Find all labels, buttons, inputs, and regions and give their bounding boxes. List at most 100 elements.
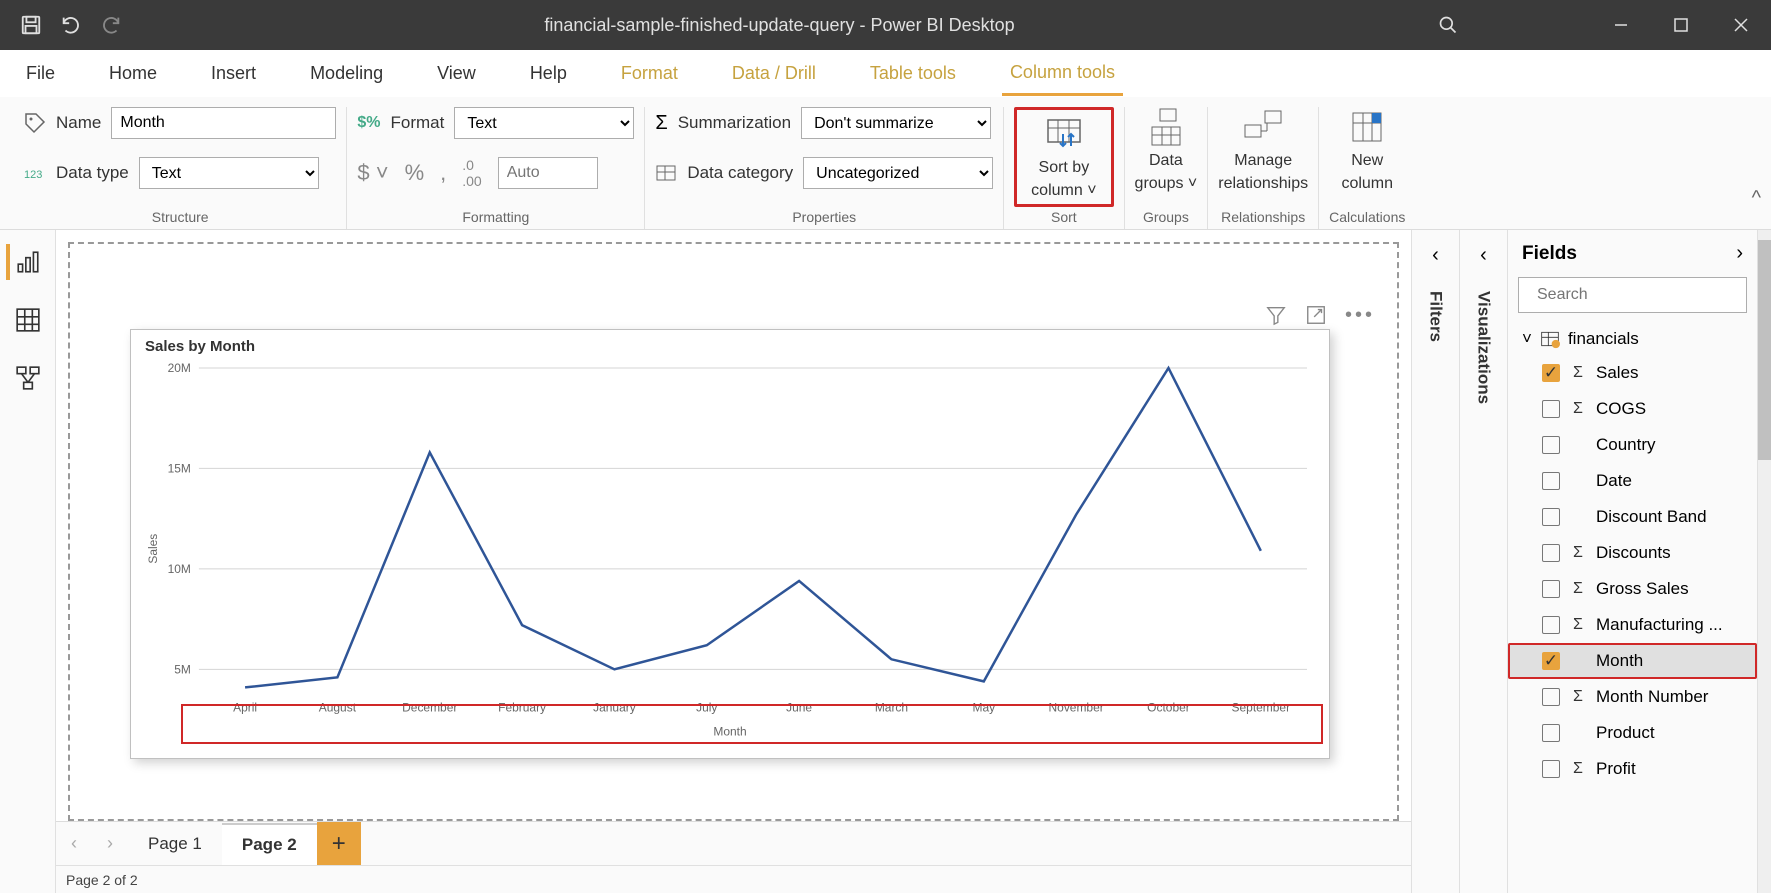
field-name: Manufacturing ... [1596, 615, 1723, 635]
column-name-input[interactable] [111, 107, 336, 139]
field-row[interactable]: ΣDiscounts [1508, 535, 1757, 571]
category-select[interactable]: Uncategorized [803, 157, 993, 189]
field-checkbox[interactable] [1542, 760, 1560, 778]
filters-pane[interactable]: ‹ Filters [1411, 230, 1459, 893]
sigma-icon: Σ [1570, 400, 1586, 418]
svg-text:10M: 10M [168, 562, 191, 576]
svg-text:5M: 5M [174, 662, 191, 676]
field-checkbox[interactable] [1542, 400, 1560, 418]
svg-text:20M: 20M [168, 361, 191, 375]
menu-help[interactable]: Help [522, 53, 575, 94]
field-checkbox[interactable] [1542, 688, 1560, 706]
fields-search-input[interactable] [1537, 286, 1744, 304]
menu-column-tools[interactable]: Column tools [1002, 52, 1123, 96]
field-row[interactable]: ΣDiscount Band [1508, 499, 1757, 535]
page-tab-1[interactable]: Page 1 [128, 824, 222, 864]
svg-text:123: 123 [24, 169, 42, 181]
field-checkbox[interactable] [1542, 580, 1560, 598]
page-prev-button[interactable]: ‹ [56, 833, 92, 854]
data-groups-button[interactable]: Data groups ˅ [1135, 107, 1198, 193]
structure-group-label: Structure [152, 209, 209, 225]
field-row[interactable]: ΣGross Sales [1508, 571, 1757, 607]
menu-data-drill[interactable]: Data / Drill [724, 53, 824, 94]
minimize-button[interactable] [1591, 0, 1651, 50]
field-row[interactable]: Σ Manufacturing ... [1508, 607, 1757, 643]
format-select[interactable]: Text [454, 107, 634, 139]
new-column-button[interactable]: New column [1341, 107, 1393, 193]
page-tab-2[interactable]: Page 2 [222, 823, 317, 865]
calculations-group-label: Calculations [1329, 209, 1405, 225]
datatype-label: Data type [56, 163, 129, 183]
chart-visual[interactable]: Sales by Month 5M10M15M20MSalesAprilAugu… [130, 329, 1330, 759]
field-row[interactable]: ✓ΣMonth [1508, 643, 1757, 679]
decimal-icon[interactable]: .0.00 [462, 157, 481, 189]
summarization-select[interactable]: Don't summarize [801, 107, 991, 139]
field-checkbox[interactable] [1542, 436, 1560, 454]
menu-table-tools[interactable]: Table tools [862, 53, 964, 94]
properties-group-label: Properties [792, 209, 856, 225]
field-row[interactable]: ΣDate [1508, 463, 1757, 499]
undo-icon[interactable] [58, 12, 84, 38]
page-next-button[interactable]: › [92, 833, 128, 854]
report-canvas[interactable]: ••• Sales by Month 5M10M15M20MSalesApril… [68, 242, 1399, 821]
expand-icon: ˅ [1522, 329, 1532, 349]
save-icon[interactable] [18, 12, 44, 38]
sigma-icon: Σ [1570, 364, 1586, 382]
table-icon [1540, 329, 1560, 349]
visualizations-pane[interactable]: ‹ Visualizations [1459, 230, 1507, 893]
percent-icon[interactable]: % [405, 160, 425, 186]
model-view-button[interactable] [8, 360, 48, 396]
sigma-icon: Σ [1570, 688, 1586, 706]
field-checkbox[interactable] [1542, 544, 1560, 562]
field-checkbox[interactable] [1542, 724, 1560, 742]
x-axis-highlight [181, 704, 1323, 744]
sort-by-column-button[interactable]: Sort by column ˅ [1031, 114, 1096, 200]
focus-icon[interactable] [1305, 304, 1327, 326]
chevron-left-icon[interactable]: ‹ [1480, 244, 1487, 267]
menu-format[interactable]: Format [613, 53, 686, 94]
chart-plot-area: 5M10M15M20MSalesAprilAugustDecemberFebru… [143, 358, 1317, 739]
menu-home[interactable]: Home [101, 53, 165, 94]
fields-scrollbar[interactable] [1757, 230, 1771, 893]
field-checkbox[interactable]: ✓ [1542, 652, 1560, 670]
close-button[interactable] [1711, 0, 1771, 50]
currency-icon[interactable]: $ ˅ [357, 160, 388, 186]
ribbon: Name 123 Data type Text Structure $% For… [0, 97, 1771, 230]
search-icon[interactable] [1435, 12, 1461, 38]
datatype-select[interactable]: Text [139, 157, 319, 189]
field-row[interactable]: ΣMonth Number [1508, 679, 1757, 715]
field-row[interactable]: ΣProduct [1508, 715, 1757, 751]
left-view-rail [0, 230, 56, 893]
sigma-icon: Σ [655, 112, 667, 135]
ribbon-collapse-icon[interactable]: ^ [1752, 187, 1761, 210]
field-checkbox[interactable]: ✓ [1542, 364, 1560, 382]
chevron-right-icon[interactable]: › [1736, 242, 1743, 265]
sigma-icon: Σ [1570, 616, 1586, 634]
category-icon [655, 162, 677, 184]
field-row[interactable]: ΣProfit [1508, 751, 1757, 787]
report-view-button[interactable] [6, 244, 46, 280]
comma-icon[interactable]: , [440, 160, 446, 186]
fields-table-header[interactable]: ˅ financials [1508, 323, 1757, 355]
filter-icon[interactable] [1265, 304, 1287, 326]
menu-file[interactable]: File [18, 53, 63, 94]
add-page-button[interactable]: + [317, 822, 361, 866]
manage-relationships-button[interactable]: Manage relationships [1218, 107, 1308, 193]
redo-icon[interactable] [98, 12, 124, 38]
maximize-button[interactable] [1651, 0, 1711, 50]
fields-pane: Fields › ˅ financials ✓Σ SalesΣCOGSΣCoun… [1507, 230, 1757, 893]
field-row[interactable]: ΣCOGS [1508, 391, 1757, 427]
chevron-left-icon[interactable]: ‹ [1432, 244, 1439, 267]
more-icon[interactable]: ••• [1345, 304, 1367, 326]
field-row[interactable]: ΣCountry [1508, 427, 1757, 463]
data-view-button[interactable] [8, 302, 48, 338]
menu-modeling[interactable]: Modeling [302, 53, 391, 94]
menu-view[interactable]: View [429, 53, 484, 94]
field-checkbox[interactable] [1542, 472, 1560, 490]
menu-insert[interactable]: Insert [203, 53, 264, 94]
page-nav: ‹ › Page 1 Page 2 + [56, 821, 1411, 865]
fields-search[interactable] [1518, 277, 1747, 313]
field-checkbox[interactable] [1542, 508, 1560, 526]
field-checkbox[interactable] [1542, 616, 1560, 634]
field-row[interactable]: ✓Σ Sales [1508, 355, 1757, 391]
